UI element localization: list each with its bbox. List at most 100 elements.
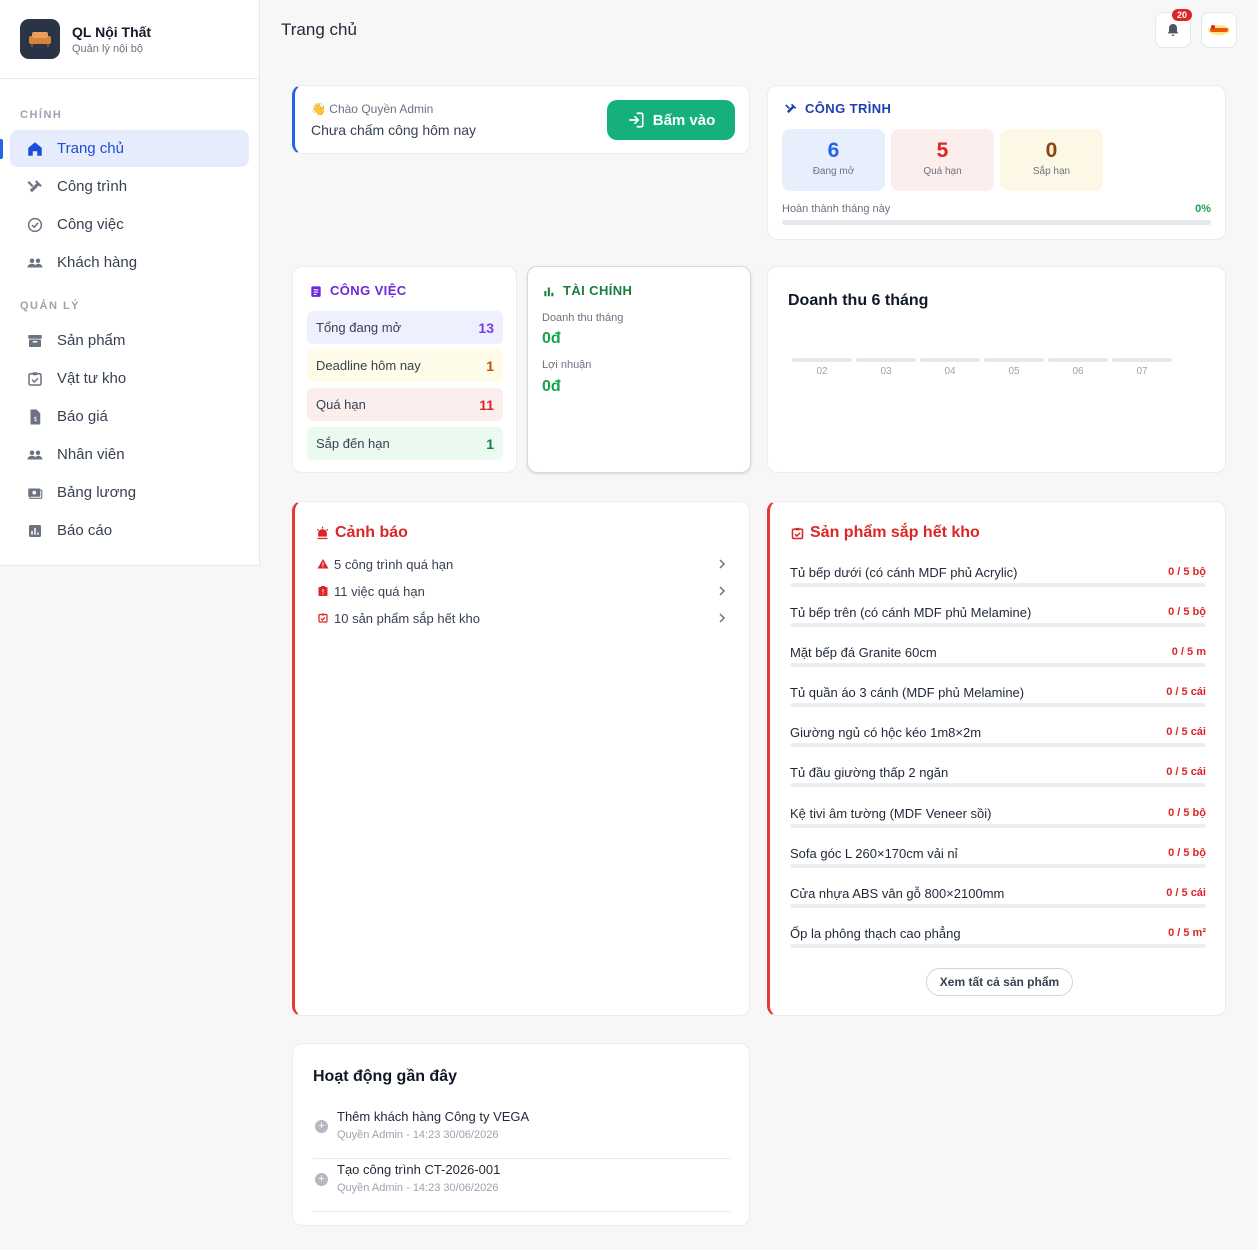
list-item[interactable]: Cửa nhựa ABS vân gỗ 800×2100mm 0 / 5 cái: [790, 880, 1206, 914]
activity-text: Tạo công trình CT-2026-001: [337, 1162, 501, 1177]
sidebar-item-home[interactable]: Trang chủ: [10, 130, 249, 167]
notification-button[interactable]: 20: [1155, 9, 1192, 48]
warning-item[interactable]: 10 sản phẩm sắp hết kho: [317, 608, 727, 628]
sidebar-item-quotes[interactable]: $ Báo giá: [10, 398, 249, 435]
bar-chart-icon: [29, 524, 41, 537]
bar-chart-icon: [544, 287, 554, 296]
product-name: Kệ tivi âm tường (MDF Veneer sồi): [790, 806, 992, 821]
task-stat-row[interactable]: Deadline hôm nay 1: [307, 349, 503, 382]
warning-text: 5 công trình quá hạn: [334, 556, 454, 572]
task-stat-row[interactable]: Quá hạn 11: [307, 388, 503, 421]
checkin-status: Chưa chấm công hôm nay: [311, 122, 477, 138]
stock-level-track: [790, 703, 1206, 707]
task-stat-row[interactable]: Sắp đến hạn 1: [307, 427, 503, 460]
sidebar-item-inventory[interactable]: Vật tư kho: [10, 360, 249, 397]
product-qty: 0 / 5 cái: [1166, 726, 1206, 738]
activity-card: Hoạt động gần đây + Thêm khách hàng Công…: [292, 1043, 750, 1226]
sidebar: QL Nội Thất Quản lý nội bộ CHÍNH Trang c…: [0, 0, 260, 566]
sidebar-item-staff[interactable]: Nhân viên: [10, 436, 249, 473]
sidebar-item-label: Nhân viên: [57, 446, 125, 463]
list-item[interactable]: Tủ bếp dưới (có cánh MDF phủ Acrylic) 0 /…: [790, 559, 1206, 593]
warning-triangle-icon: [317, 559, 329, 569]
activity-item[interactable]: + Tạo công trình CT-2026-001 Quyền Admin…: [313, 1162, 731, 1212]
tasks-title: CÔNG VIỆC: [330, 283, 407, 298]
task-stat-value: 13: [478, 319, 494, 336]
add-circle-icon: +: [315, 1173, 328, 1186]
chart-tick-label: 07: [1136, 366, 1148, 377]
sidebar-item-reports[interactable]: Báo cáo: [10, 512, 249, 549]
tools-icon: [785, 103, 797, 113]
sidebar-item-tasks[interactable]: Công việc: [10, 206, 249, 243]
warning-item[interactable]: 11 việc quá hạn: [317, 581, 727, 601]
list-item[interactable]: Sofa góc L 260×170cm vải nỉ 0 / 5 bộ: [790, 840, 1206, 874]
task-alert-icon: [318, 586, 328, 596]
list-item[interactable]: Giường ngủ có hộc kéo 1m8×2m 0 / 5 cái: [790, 719, 1206, 753]
task-stat-label: Tổng đang mở: [316, 320, 402, 335]
sidebar-item-label: Bảng lương: [57, 484, 137, 501]
activity-text: Thêm khách hàng Công ty VEGA: [337, 1109, 530, 1124]
checkin-button[interactable]: Bấm vào: [607, 100, 735, 140]
wave-icon: 👋: [311, 102, 326, 116]
list-item[interactable]: Tủ bếp trên (có cánh MDF phủ Melamine) 0 …: [790, 599, 1206, 633]
chevron-right-icon: [719, 586, 726, 596]
see-all-products-button[interactable]: Xem tất cả sản phẩm: [926, 968, 1073, 996]
warnings-heading: Cảnh báo: [315, 524, 408, 542]
svg-text:$: $: [33, 415, 37, 422]
sofa-logo-icon: [20, 19, 60, 59]
product-name: Sofa góc L 260×170cm vải nỉ: [790, 846, 958, 861]
sidebar-item-products[interactable]: Sản phẩm: [10, 322, 249, 359]
product-name: Tủ bếp trên (có cánh MDF phủ Melamine): [790, 605, 1032, 620]
bell-icon: [1167, 24, 1179, 36]
task-stat-label: Quá hạn: [316, 397, 366, 412]
progress-track: [782, 220, 1211, 225]
welcome-card: 👋 Chào Quyền Admin Chưa chấm công hôm na…: [292, 85, 750, 154]
product-qty: 0 / 5 cái: [1166, 766, 1206, 778]
sidebar-item-payroll[interactable]: Bảng lương: [10, 474, 249, 511]
archive-icon: [28, 334, 42, 347]
stock-level-track: [790, 743, 1206, 747]
list-item[interactable]: Mặt bếp đá Granite 60cm 0 / 5 m: [790, 639, 1206, 673]
sidebar-item-projects[interactable]: Công trình: [10, 168, 249, 205]
check-circle-icon: [27, 217, 43, 232]
stat-due-soon-projects[interactable]: 0 Sắp hạn: [1000, 129, 1103, 191]
stock-level-track: [790, 623, 1206, 627]
low-stock-card: Sản phẩm sắp hết kho Tủ bếp dưới (có cán…: [767, 501, 1226, 1016]
projects-title: CÔNG TRÌNH: [805, 101, 892, 116]
profit-value: 0đ: [542, 378, 561, 395]
sidebar-item-label: Sản phẩm: [57, 332, 126, 349]
finance-heading: TÀI CHÍNH: [542, 283, 632, 298]
stat-value: 6: [827, 139, 840, 162]
product-name: Tủ quần áo 3 cánh (MDF phủ Melamine): [790, 685, 1025, 700]
activity-item[interactable]: + Thêm khách hàng Công ty VEGA Quyền Adm…: [313, 1109, 731, 1159]
warning-item[interactable]: 5 công trình quá hạn: [317, 554, 727, 574]
chart-tick-label: 02: [816, 366, 828, 377]
product-name: Ốp la phông thạch cao phẳng: [790, 926, 961, 941]
stat-overdue-projects[interactable]: 5 Quá hạn: [891, 129, 994, 191]
sidebar-item-customers[interactable]: Khách hàng: [10, 244, 249, 281]
product-qty: 0 / 5 m: [1171, 646, 1206, 658]
avatar[interactable]: [1201, 12, 1237, 48]
stock-level-track: [790, 663, 1206, 667]
list-item[interactable]: Kệ tivi âm tường (MDF Veneer sồi) 0 / 5 b…: [790, 800, 1206, 834]
brand[interactable]: QL Nội Thất Quản lý nội bộ: [0, 0, 259, 79]
chart-tick-label: 04: [944, 366, 956, 377]
stock-level-track: [790, 583, 1206, 587]
list-item[interactable]: Tủ quần áo 3 cánh (MDF phủ Melamine) 0 / …: [790, 679, 1206, 713]
list-item[interactable]: Tủ đầu giường thấp 2 ngăn 0 / 5 cái: [790, 759, 1206, 793]
task-stat-row[interactable]: Tổng đang mở 13: [307, 311, 503, 344]
stat-value: 5: [936, 139, 949, 162]
task-stat-label: Deadline hôm nay: [316, 358, 421, 373]
product-name: Cửa nhựa ABS vân gỗ 800×2100mm: [790, 886, 1005, 901]
greeting: 👋 Chào Quyền Admin: [311, 102, 433, 116]
notification-badge: 20: [1171, 9, 1192, 21]
greeting-text: Chào Quyền Admin: [329, 102, 434, 116]
stat-label: Sắp hạn: [1032, 166, 1071, 177]
list-item[interactable]: Ốp la phông thạch cao phẳng 0 / 5 m²: [790, 920, 1206, 954]
product-qty: 0 / 5 cái: [1166, 686, 1206, 698]
stat-value: 0: [1045, 139, 1058, 162]
stock-level-track: [790, 944, 1206, 948]
product-name: Mặt bếp đá Granite 60cm: [790, 645, 937, 660]
warning-text: 11 việc quá hạn: [334, 583, 425, 599]
warnings-card: Cảnh báo 5 công trình quá hạn 11 việc qu…: [292, 501, 750, 1016]
stat-open-projects[interactable]: 6 Đang mở: [782, 129, 885, 191]
